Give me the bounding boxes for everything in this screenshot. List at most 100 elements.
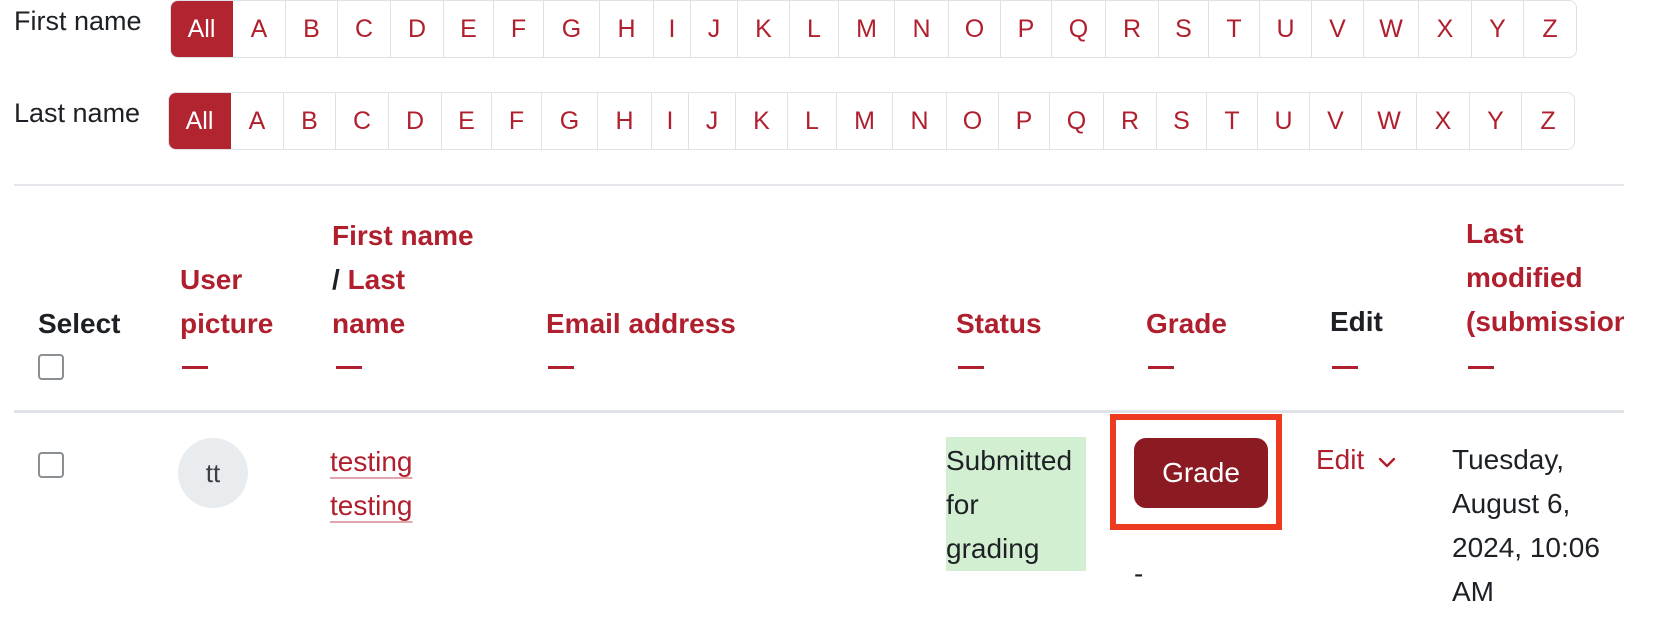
header-select: Select	[38, 308, 121, 339]
first-name-initial-w[interactable]: W	[1364, 1, 1419, 57]
first-name-initial-m[interactable]: M	[839, 1, 895, 57]
first-name-initial-t[interactable]: T	[1209, 1, 1260, 57]
edit-label: Edit	[1316, 444, 1365, 475]
first-name-initial-k[interactable]: K	[738, 1, 790, 57]
header-status[interactable]: Status	[956, 302, 1042, 346]
header-last-modified-line2: modified	[1466, 262, 1583, 293]
last-name-initial-s[interactable]: S	[1157, 93, 1207, 149]
header-last-modified-line3: (submission)	[1466, 306, 1624, 337]
select-all-checkbox[interactable]	[38, 354, 64, 380]
last-name-initial-k[interactable]: K	[736, 93, 788, 149]
first-name-initial-j[interactable]: J	[691, 1, 738, 57]
first-name-initial-p[interactable]: P	[1001, 1, 1052, 57]
sort-dash	[1148, 366, 1174, 369]
last-name-initial-w[interactable]: W	[1362, 93, 1417, 149]
last-name-initial-t[interactable]: T	[1207, 93, 1258, 149]
first-name-initial-b[interactable]: B	[286, 1, 338, 57]
first-name-initial-r[interactable]: R	[1106, 1, 1159, 57]
first-name-initial-q[interactable]: Q	[1052, 1, 1106, 57]
header-last-modified-line1: Last	[1466, 218, 1524, 249]
first-name-filter-label: First name	[14, 6, 142, 36]
first-name-initials-bar: All A B C D E F G H I J K L M N O P Q R S T U V W X Y Z	[170, 0, 1577, 58]
last-name-initial-x[interactable]: X	[1417, 93, 1470, 149]
first-name-initial-g[interactable]: G	[544, 1, 600, 57]
first-name-initial-o[interactable]: O	[949, 1, 1001, 57]
sort-dash	[1332, 366, 1358, 369]
header-divider	[14, 410, 1624, 413]
header-grade[interactable]: Grade	[1146, 302, 1227, 346]
avatar[interactable]: tt	[178, 438, 248, 508]
sort-dash	[548, 366, 574, 369]
last-name-initial-n[interactable]: N	[893, 93, 947, 149]
grade-value: -	[1134, 558, 1144, 589]
header-name[interactable]: First name / Last name	[332, 214, 474, 346]
last-name-initial-z[interactable]: Z	[1522, 93, 1574, 149]
last-name-filter-label: Last name	[14, 98, 141, 128]
last-name-initial-h[interactable]: H	[598, 93, 652, 149]
last-name-initial-j[interactable]: J	[689, 93, 736, 149]
first-name-initial-v[interactable]: V	[1312, 1, 1364, 57]
first-name-initial-u[interactable]: U	[1260, 1, 1312, 57]
first-name-initial-x[interactable]: X	[1419, 1, 1472, 57]
sort-dash	[182, 366, 208, 369]
last-name-initial-l[interactable]: L	[788, 93, 837, 149]
header-user-picture-line2: picture	[180, 308, 274, 339]
last-name-initial-f[interactable]: F	[492, 93, 542, 149]
header-user-picture[interactable]: User picture	[180, 258, 273, 346]
last-name-initial-all[interactable]: All	[169, 93, 231, 149]
user-last-name-link[interactable]: testing	[330, 490, 413, 522]
first-name-initial-s[interactable]: S	[1159, 1, 1209, 57]
first-name-initial-all[interactable]: All	[171, 1, 233, 57]
user-first-name-link[interactable]: testing	[330, 446, 413, 478]
last-name-initial-d[interactable]: D	[389, 93, 442, 149]
sort-dash	[958, 366, 984, 369]
last-name-initial-c[interactable]: C	[336, 93, 389, 149]
header-name-separator: /	[332, 264, 340, 295]
first-name-initial-y[interactable]: Y	[1472, 1, 1524, 57]
header-last-modified[interactable]: Last modified (submission)	[1466, 212, 1624, 344]
row-select-checkbox[interactable]	[38, 452, 64, 478]
first-name-initial-c[interactable]: C	[338, 1, 391, 57]
sort-dash	[1468, 366, 1494, 369]
last-name-initial-e[interactable]: E	[442, 93, 492, 149]
first-name-initial-d[interactable]: D	[391, 1, 444, 57]
divider	[14, 184, 1624, 186]
header-user-picture-line1: User	[180, 264, 243, 295]
last-name-initial-i[interactable]: I	[652, 93, 689, 149]
first-name-initial-n[interactable]: N	[895, 1, 949, 57]
last-name-initial-b[interactable]: B	[284, 93, 336, 149]
status-line1: Submitted	[946, 445, 1073, 476]
last-name-initial-p[interactable]: P	[999, 93, 1050, 149]
last-name-initial-v[interactable]: V	[1310, 93, 1362, 149]
last-name-initial-r[interactable]: R	[1104, 93, 1157, 149]
last-name-initial-y[interactable]: Y	[1470, 93, 1522, 149]
last-name-initial-q[interactable]: Q	[1050, 93, 1104, 149]
modified-line1: Tuesday,	[1452, 444, 1565, 475]
last-name-initial-m[interactable]: M	[837, 93, 893, 149]
chevron-down-icon	[1378, 444, 1396, 476]
modified-line2: August 6,	[1452, 488, 1571, 519]
header-email[interactable]: Email address	[546, 302, 736, 346]
header-last-name[interactable]: Last	[348, 264, 406, 295]
first-name-initial-i[interactable]: I	[654, 1, 691, 57]
last-name-initial-o[interactable]: O	[947, 93, 999, 149]
edit-menu-button[interactable]: Edit	[1316, 444, 1396, 476]
last-name-initial-a[interactable]: A	[231, 93, 284, 149]
status-line2: for	[946, 489, 979, 520]
first-name-initial-a[interactable]: A	[233, 1, 286, 57]
first-name-initial-h[interactable]: H	[600, 1, 654, 57]
grade-button[interactable]: Grade	[1134, 438, 1268, 508]
first-name-initial-e[interactable]: E	[444, 1, 494, 57]
first-name-initial-z[interactable]: Z	[1524, 1, 1576, 57]
first-name-initial-f[interactable]: F	[494, 1, 544, 57]
last-name-initials-bar: All A B C D E F G H I J K L M N O P Q R S T U V W X Y Z	[168, 92, 1575, 150]
status-line3: grading	[946, 533, 1040, 564]
status-badge: Submitted for grading	[946, 437, 1086, 571]
header-first-name[interactable]: First name	[332, 214, 474, 258]
last-name-initial-u[interactable]: U	[1258, 93, 1310, 149]
sort-dash	[336, 366, 362, 369]
first-name-initial-l[interactable]: L	[790, 1, 839, 57]
last-name-initial-g[interactable]: G	[542, 93, 598, 149]
modified-line3: 2024, 10:06	[1452, 532, 1600, 563]
header-edit: Edit	[1330, 306, 1383, 337]
